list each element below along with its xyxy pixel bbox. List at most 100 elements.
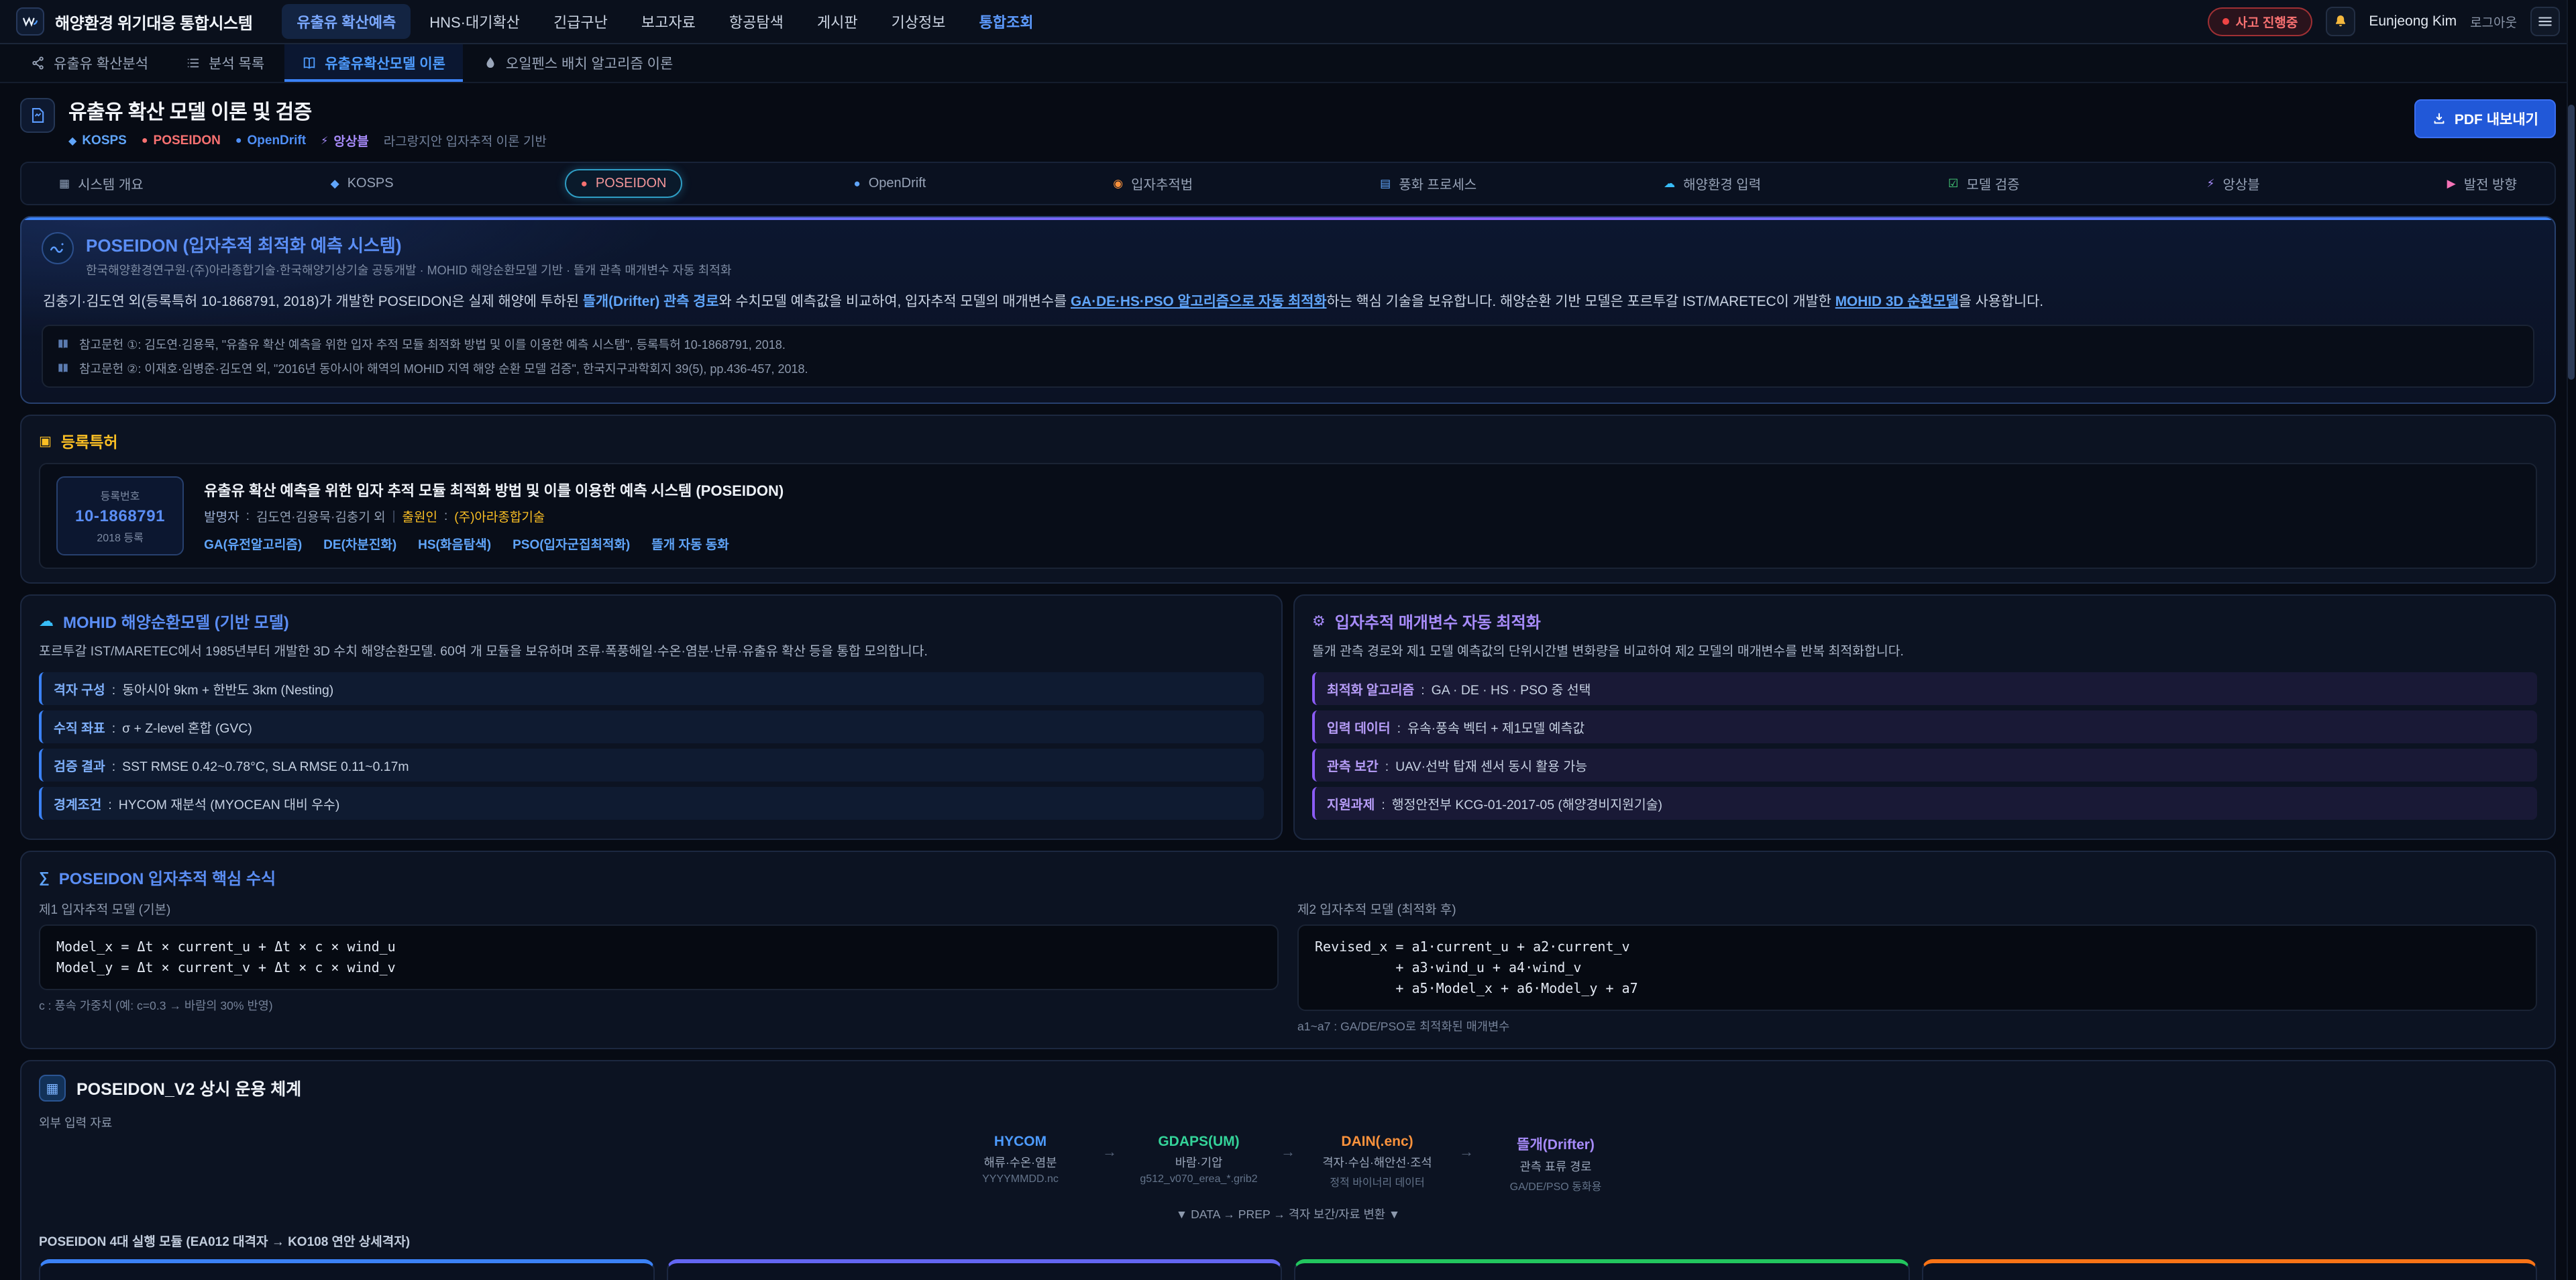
section-nav-ensemble[interactable]: ⚡앙상블 [2191, 167, 2276, 200]
poseidon-card-titles: POSEIDON (입자추적 최적화 예측 시스템) 한국해양환경연구원·(주)… [86, 232, 731, 278]
main-nav: 유출유 확산예측 HNS·대기확산 긴급구난 보고자료 항공탐색 게시판 기상정… [282, 4, 2188, 39]
notifications-button[interactable] [2326, 7, 2355, 36]
poseidon-card-subtitle: 한국해양환경연구원·(주)아라종합기술·한국해양기상기술 공동개발 · MOHI… [86, 261, 731, 278]
tag-de: DE(차분진화) [323, 535, 396, 553]
section-nav-particle-tracking[interactable]: ◉입자추적법 [1097, 167, 1209, 200]
colon: : [1421, 683, 1424, 698]
book-icon [302, 56, 317, 70]
data-sources-row: HYCOM 해류·수온·염분 YYYYMMDD.nc → GDAPS(UM) 바… [39, 1134, 2537, 1193]
tab-diffusion-model-theory[interactable]: 유출유확산모델 이론 [284, 44, 463, 82]
patent-year: 2018 등록 [75, 529, 165, 545]
mohid-card: ☁ MOHID 해양순환모델 (기반 모델) 포르투갈 IST/MARETEC에… [20, 594, 1283, 840]
incident-status-badge[interactable]: 사고 진행중 [2208, 7, 2313, 36]
section-nav-label: POSEIDON [596, 176, 667, 191]
wave-circle-icon [42, 232, 74, 264]
nav-item-hns-air-diffusion[interactable]: HNS·대기확산 [415, 4, 535, 39]
gear-icon: ⚙ [1312, 612, 1326, 630]
logout-button[interactable]: 로그아웃 [2470, 13, 2517, 31]
applicant-label: 출원인 [402, 507, 437, 525]
menu-button[interactable] [2530, 7, 2560, 36]
applicant: (주)아라종합기술 [454, 507, 545, 525]
section-nav-weathering-process[interactable]: ▤풍화 프로세스 [1364, 167, 1493, 200]
book-icon [56, 337, 70, 351]
inventors: 김도연·김용묵·김충기 외 [256, 507, 386, 525]
references-box: 참고문헌 ①: 김도연·김용묵, "유출유 확산 예측을 위한 입자 추적 모듈… [42, 325, 2534, 388]
patent-number-label: 등록번호 [75, 487, 165, 503]
body-text: 하는 핵심 기술을 보유합니다. 해양순환 기반 모델은 포르투갈 IST/MA… [1326, 294, 1835, 309]
section-nav-model-validation[interactable]: ☑모델 검증 [1932, 167, 2035, 200]
section-nav-future-direction[interactable]: ▶발전 방향 [2431, 167, 2533, 200]
pdf-export-button[interactable]: PDF 내보내기 [2414, 99, 2556, 138]
source-desc: 해류·수온·염분 [956, 1154, 1085, 1171]
badge-ensemble: ⚡앙상블 [321, 131, 369, 150]
rocket-icon: ▶ [2447, 178, 2456, 189]
pdf-export-label: PDF 내보내기 [2455, 109, 2538, 129]
row-label: 수직 좌표 [54, 717, 105, 737]
section-nav-opendrift[interactable]: ●OpenDrift [837, 169, 942, 198]
row-label: 지원과제 [1327, 794, 1375, 813]
sigma-icon: ∑ [39, 869, 50, 886]
grid-icon: ▦ [59, 178, 70, 189]
dot-icon: ● [853, 178, 860, 189]
patent-meta: 발명자: 김도연·김용묵·김충기 외 | 출원인: (주)아라종합기술 [204, 507, 784, 525]
source-gdaps: GDAPS(UM) 바람·기압 g512_v070_erea_*.grib2 [1134, 1134, 1263, 1185]
v2-title-label: POSEIDON_V2 상시 운용 체계 [76, 1076, 301, 1100]
colon: : [108, 798, 111, 813]
source-dain: DAIN(.enc) 격자·수심·해안선·조석 정적 바이너리 데이터 [1313, 1134, 1442, 1189]
nav-item-reports[interactable]: 보고자료 [627, 4, 710, 39]
section-nav-poseidon[interactable]: ●POSEIDON [565, 169, 683, 198]
section-nav-label: 입자추적법 [1131, 174, 1193, 193]
nav-item-aerial-search[interactable]: 항공탐색 [714, 4, 798, 39]
formula-card: ∑ POSEIDON 입자추적 핵심 수식 제1 입자추적 모델 (기본) Mo… [20, 851, 2556, 1049]
code-line: + a5·Model_x + a6·Model_y + a7 [1315, 978, 2520, 999]
tag-drifter-assimilation: 뜰개 자동 동화 [651, 535, 729, 553]
patent-card: ▣ 등록특허 등록번호 10-1868791 2018 등록 유출유 확산 예측… [20, 415, 2556, 584]
page-head-text: 유출유 확산 모델 이론 및 검증 ◆KOSPS ●POSEIDON ●Open… [68, 95, 547, 150]
model2-caption: a1~a7 : GA/DE/PSO로 최적화된 매개변수 [1297, 1018, 2537, 1034]
scrollbar-thumb[interactable] [2568, 105, 2575, 380]
patent-number-box: 등록번호 10-1868791 2018 등록 [56, 476, 184, 555]
section-nav-kosps[interactable]: ◆KOSPS [315, 169, 410, 198]
tag-ga: GA(유전알고리즘) [204, 535, 302, 553]
mohid-description: 포르투갈 IST/MARETEC에서 1985년부터 개발한 3D 수치 해양순… [39, 642, 1264, 661]
clipboard-icon: ▣ [39, 433, 52, 449]
tab-oil-fence-algorithm-theory[interactable]: 오일펜스 배치 알고리즘 이론 [466, 44, 690, 82]
source-desc: 격자·수심·해안선·조석 [1313, 1154, 1442, 1171]
cloud-icon: ☁ [39, 612, 54, 630]
section-nav-ocean-env-input[interactable]: ☁해양환경 입력 [1648, 167, 1777, 200]
source-file: 정적 바이너리 데이터 [1313, 1173, 1442, 1189]
tab-diffusion-analysis[interactable]: 유출유 확산분석 [13, 44, 166, 82]
bell-icon [2332, 13, 2349, 30]
code-line: Revised_x = a1·current_u + a2·current_v [1315, 937, 2520, 957]
two-column-row: ☁ MOHID 해양순환모델 (기반 모델) 포르투갈 IST/MARETEC에… [20, 594, 2556, 840]
nav-item-oil-spill-prediction[interactable]: 유출유 확산예측 [282, 4, 411, 39]
source-name: 뜰개(Drifter) [1491, 1134, 1620, 1154]
colon: : [1397, 721, 1401, 737]
nav-item-board[interactable]: 게시판 [802, 4, 873, 39]
share-icon [31, 56, 46, 70]
source-name: DAIN(.enc) [1313, 1134, 1442, 1150]
model2-label: 제2 입자추적 모델 (최적화 후) [1297, 900, 2537, 918]
page-title: 유출유 확산 모델 이론 및 검증 [68, 95, 547, 125]
nav-item-integrated-search[interactable]: 통합조회 [965, 4, 1049, 39]
row-value: σ + Z-level 혼합 (GVC) [122, 717, 252, 737]
patent-number-value: 10-1868791 [75, 507, 165, 526]
arrow-icon: → [1102, 1143, 1117, 1161]
body-text: 김충기·김도연 외(등록특허 10-1868791, 2018)가 개발한 PO… [43, 294, 583, 309]
tab-analysis-list[interactable]: 분석 목록 [168, 44, 282, 82]
poseidon-overview-card: POSEIDON (입자추적 최적화 예측 시스템) 한국해양환경연구원·(주)… [20, 216, 2556, 404]
badge-label: KOSPS [82, 134, 127, 148]
section-nav-system-overview[interactable]: ▦ 시스템 개요 [43, 167, 160, 200]
mohid-card-title: ☁ MOHID 해양순환모델 (기반 모델) [39, 609, 1264, 633]
row-value: SST RMSE 0.42~0.78°C, SLA RMSE 0.11~0.17… [122, 759, 409, 775]
brand[interactable]: 해양환경 위기대응 통합시스템 [16, 7, 252, 36]
nav-item-emergency-rescue[interactable]: 긴급구난 [539, 4, 623, 39]
arrow-icon: → [1459, 1143, 1474, 1161]
main-content: 유출유 확산 모델 이론 및 검증 ◆KOSPS ●POSEIDON ●Open… [0, 83, 2576, 1280]
source-desc: 관측 표류 경로 [1491, 1158, 1620, 1175]
nav-item-weather-info[interactable]: 기상정보 [877, 4, 961, 39]
user-name: Eunjeong Kim [2369, 13, 2457, 30]
code-line: + a3·wind_u + a4·wind_v [1315, 957, 2520, 978]
section-nav-label: 시스템 개요 [78, 174, 144, 193]
source-drifter: 뜰개(Drifter) 관측 표류 경로 GA/DE/PSO 동화용 [1491, 1134, 1620, 1193]
